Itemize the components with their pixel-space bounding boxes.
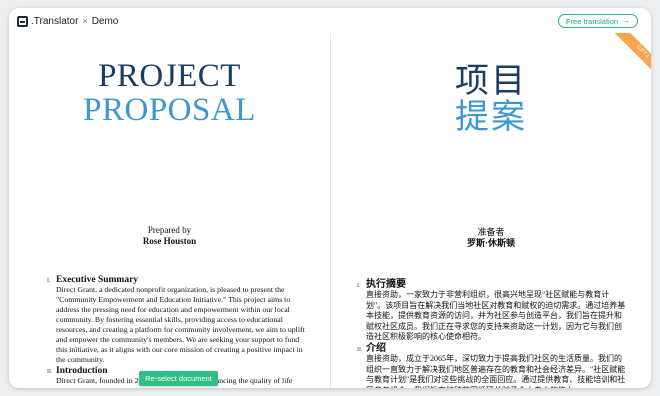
section-title: Executive Summary <box>56 275 139 285</box>
brand-suffix: Demo <box>91 15 119 27</box>
section-number: I. <box>357 283 361 289</box>
source-prepared-by-label: Prepared by <box>147 225 192 235</box>
arrow-right-icon: → <box>622 16 631 25</box>
source-document-pane[interactable]: PROJECT PROPOSAL Prepared by Rose Housto… <box>9 33 330 388</box>
section-number: II. <box>357 347 363 353</box>
model-ribbon: GPT4 <box>605 33 651 79</box>
source-title-line1: PROJECT <box>98 58 241 94</box>
translator-logo-icon <box>17 15 28 27</box>
translated-section-introduction: II. 介绍 直接资助，成立于2065年，深切致力于提高我们社区的生活质量。我们… <box>357 339 627 388</box>
section-body: 直接资助，成立于2065年，深切致力于提高我们社区的生活质量。我们的组织一直致力… <box>366 354 626 388</box>
brand-name: .Translator <box>31 15 79 27</box>
translated-document-pane[interactable]: 项目 提案 准备者 罗斯·休斯顿 I. 执行摘要 直接资助，一家致力于非营利组织… <box>331 33 651 388</box>
section-title: 介绍 <box>366 343 386 354</box>
source-prepared-by-name: Rose Houston <box>142 236 197 246</box>
translated-prepared-by-name: 罗斯·休斯顿 <box>466 238 515 248</box>
translated-title-line2: 提案 <box>455 99 527 136</box>
section-title: Introduction <box>56 366 108 376</box>
brand[interactable]: .Translator × Demo <box>17 14 118 28</box>
model-ribbon-label: GPT4 <box>613 33 651 79</box>
brand-separator: × <box>82 16 88 26</box>
section-body: Direct Grant, a dedicated nonprofit orga… <box>56 285 305 364</box>
section-body: 直接资助，一家致力于非营利组织，很高兴地呈现"社区赋能与教育计划"。该项目旨在解… <box>366 290 626 341</box>
translator-window: .Translator × Demo Free translation → PR… <box>9 8 651 388</box>
section-number: II. <box>47 369 53 375</box>
source-section-executive-summary: I. Executive Summary Direct Grant, a ded… <box>47 275 305 365</box>
section-number: I. <box>47 278 51 284</box>
reselect-document-button[interactable]: Re-select document <box>139 371 218 386</box>
section-title: 执行摘要 <box>366 279 406 290</box>
top-bar: .Translator × Demo Free translation → <box>9 8 651 33</box>
free-translation-button[interactable]: Free translation → <box>558 14 638 28</box>
free-translation-label: Free translation <box>565 16 619 26</box>
translated-section-executive-summary: I. 执行摘要 直接资助，一家致力于非营利组织，很高兴地呈现"社区赋能与教育计划… <box>357 275 627 343</box>
source-title-line2: PROPOSAL <box>83 92 256 128</box>
